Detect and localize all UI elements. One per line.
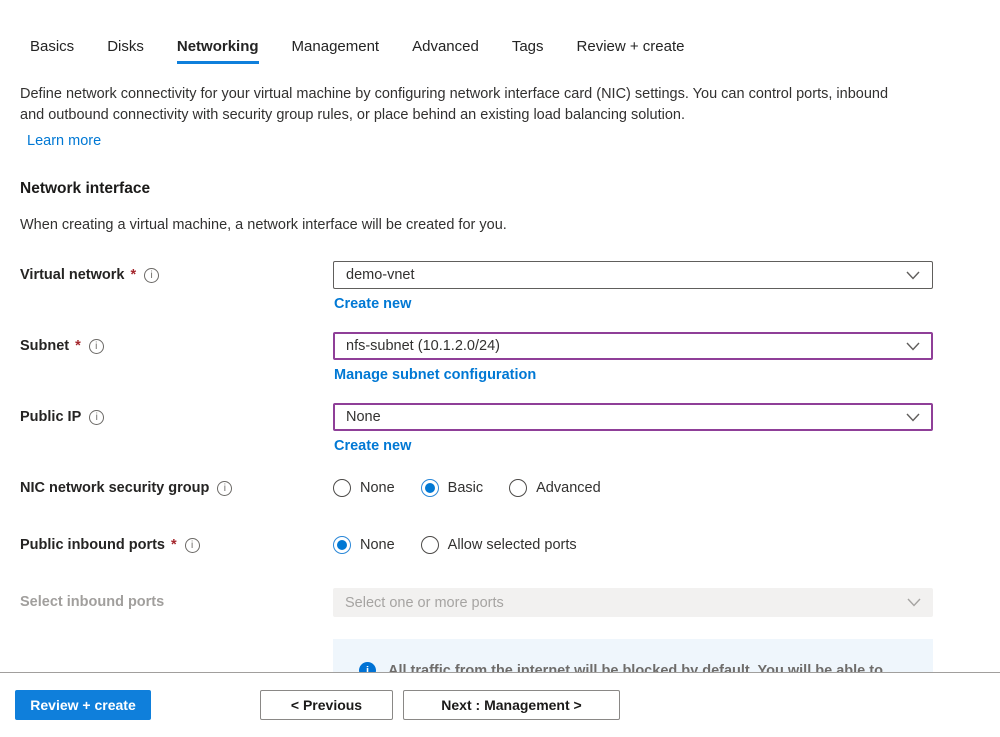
nic-nsg-label: NIC network security group i <box>20 474 333 502</box>
public-inbound-ports-label: Public inbound ports * i <box>20 531 333 559</box>
subnet-row: Subnet * i nfs-subnet (10.1.2.0/24) Mana… <box>20 332 933 384</box>
subnet-value: nfs-subnet (10.1.2.0/24) <box>346 338 500 354</box>
network-interface-form: Virtual network * i demo-vnet Create new… <box>20 261 933 678</box>
section-subtitle: When creating a virtual machine, a netwo… <box>20 217 933 233</box>
radio-unselected-icon[interactable] <box>333 479 351 497</box>
nic-nsg-option-none[interactable]: None <box>333 479 395 497</box>
networking-tab-content: Define network connectivity for your vir… <box>0 64 1000 678</box>
wizard-tab-strip: Basics Disks Networking Management Advan… <box>0 0 1000 64</box>
inbound-ports-option-none[interactable]: None <box>333 536 395 554</box>
public-ip-value: None <box>346 409 381 425</box>
info-icon[interactable]: i <box>217 481 232 496</box>
create-new-public-ip-link[interactable]: Create new <box>334 438 411 454</box>
public-inbound-ports-radio-group: None Allow selected ports <box>333 531 933 559</box>
required-asterisk: * <box>171 537 177 553</box>
nic-nsg-radio-group: None Basic Advanced <box>333 474 933 502</box>
manage-subnet-configuration-link[interactable]: Manage subnet configuration <box>334 367 536 383</box>
radio-unselected-icon[interactable] <box>509 479 527 497</box>
select-inbound-ports-placeholder: Select one or more ports <box>345 595 504 611</box>
tab-review-create[interactable]: Review + create <box>577 38 685 64</box>
subnet-label: Subnet * i <box>20 332 333 360</box>
chevron-down-icon <box>907 598 921 607</box>
virtual-network-dropdown[interactable]: demo-vnet <box>333 261 933 289</box>
info-icon[interactable]: i <box>144 268 159 283</box>
chevron-down-icon <box>906 271 920 280</box>
networking-description: Define network connectivity for your vir… <box>20 84 904 126</box>
required-asterisk: * <box>75 338 81 354</box>
tab-networking[interactable]: Networking <box>177 38 259 64</box>
radio-selected-icon[interactable] <box>421 479 439 497</box>
nic-nsg-option-basic[interactable]: Basic <box>421 479 483 497</box>
info-icon[interactable]: i <box>89 339 104 354</box>
select-inbound-ports-label: Select inbound ports <box>20 588 333 616</box>
chevron-down-icon <box>906 413 920 422</box>
virtual-network-row: Virtual network * i demo-vnet Create new <box>20 261 933 313</box>
nic-nsg-row: NIC network security group i None Basic … <box>20 474 933 502</box>
tab-advanced[interactable]: Advanced <box>412 38 479 64</box>
public-ip-dropdown[interactable]: None <box>333 403 933 431</box>
tab-basics[interactable]: Basics <box>30 38 74 64</box>
radio-unselected-icon[interactable] <box>421 536 439 554</box>
public-ip-row: Public IP i None Create new <box>20 403 933 455</box>
inbound-ports-option-allow-selected[interactable]: Allow selected ports <box>421 536 577 554</box>
create-new-vnet-link[interactable]: Create new <box>334 296 411 312</box>
subnet-dropdown[interactable]: nfs-subnet (10.1.2.0/24) <box>333 332 933 360</box>
info-icon[interactable]: i <box>89 410 104 425</box>
learn-more-link[interactable]: Learn more <box>27 133 101 149</box>
select-inbound-ports-dropdown: Select one or more ports <box>333 588 933 617</box>
select-inbound-ports-row: Select inbound ports Select one or more … <box>20 588 933 617</box>
radio-selected-icon[interactable] <box>333 536 351 554</box>
public-ip-label: Public IP i <box>20 403 333 431</box>
previous-button[interactable]: < Previous <box>260 690 393 720</box>
review-create-button[interactable]: Review + create <box>15 690 151 720</box>
required-asterisk: * <box>130 267 136 283</box>
info-icon[interactable]: i <box>185 538 200 553</box>
nic-nsg-option-advanced[interactable]: Advanced <box>509 479 601 497</box>
virtual-network-value: demo-vnet <box>346 267 415 283</box>
public-inbound-ports-row: Public inbound ports * i None Allow sele… <box>20 531 933 559</box>
tab-tags[interactable]: Tags <box>512 38 544 64</box>
tab-disks[interactable]: Disks <box>107 38 144 64</box>
section-title-network-interface: Network interface <box>20 180 933 198</box>
tab-management[interactable]: Management <box>292 38 380 64</box>
chevron-down-icon <box>906 342 920 351</box>
next-management-button[interactable]: Next : Management > <box>403 690 620 720</box>
wizard-footer: Review + create < Previous Next : Manage… <box>0 672 1000 737</box>
virtual-network-label: Virtual network * i <box>20 261 333 289</box>
